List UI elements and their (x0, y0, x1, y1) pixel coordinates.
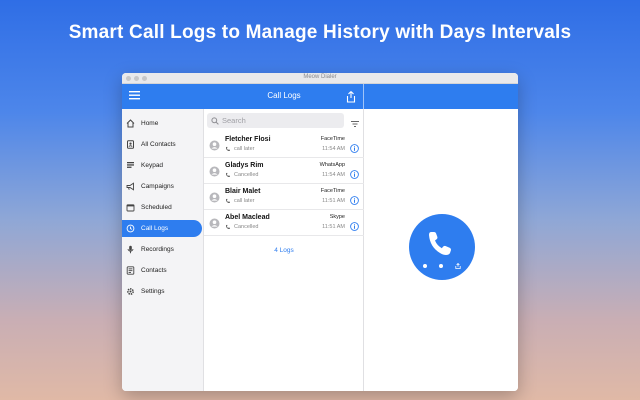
filter-icon[interactable] (350, 116, 360, 127)
microphone-icon (126, 245, 135, 254)
avatar-icon (209, 190, 220, 203)
page-dots (409, 263, 475, 269)
sidebar-item-scheduled[interactable]: Scheduled (122, 199, 202, 216)
search-bar[interactable] (207, 113, 344, 128)
call-status-text: Cancelled (234, 172, 259, 178)
keypad-icon (126, 161, 135, 170)
contact-name: Blair Malet (225, 188, 261, 195)
sidebar-item-campaigns[interactable]: Campaigns (122, 178, 202, 195)
phone-icon (429, 232, 451, 255)
call-service: Skype (329, 214, 345, 220)
app-bar: Call Logs (122, 84, 518, 109)
avatar-icon (209, 164, 220, 177)
call-time: 11:51 AM (322, 198, 345, 204)
contacts-book-icon (126, 140, 135, 149)
call-service: FaceTime (320, 136, 345, 142)
window-titlebar: Meow Dialer (122, 73, 518, 84)
call-time: 11:54 AM (322, 146, 345, 152)
sidebar-item-label: Recordings (141, 246, 174, 253)
sidebar-item-label: Campaigns (141, 183, 174, 190)
sidebar-item-label: Contacts (141, 267, 167, 274)
call-status: Cancelled (225, 224, 258, 230)
sidebar-item-home[interactable]: Home (122, 115, 202, 132)
avatar-icon (209, 138, 220, 151)
call-status: call later (225, 146, 254, 152)
search-icon (211, 112, 219, 130)
call-status: Cancelled (225, 172, 258, 178)
log-row[interactable]: Fletcher Flosi call later FaceTime 11:54… (204, 132, 364, 158)
share-small-icon (455, 263, 461, 269)
call-service: FaceTime (320, 188, 345, 194)
sidebar-item-all-contacts[interactable]: All Contacts (122, 136, 202, 153)
sidebar-item-recordings[interactable]: Recordings (122, 241, 202, 258)
window-title: Meow Dialer (303, 74, 337, 80)
log-count: 4 Logs (274, 247, 294, 254)
phone-arrow-icon (226, 172, 230, 177)
sidebar-item-keypad[interactable]: Keypad (122, 157, 202, 174)
log-row[interactable]: Abel Maclead Cancelled Skype 11:51 AM (204, 210, 364, 236)
sidebar-item-label: Scheduled (141, 204, 172, 211)
search-input[interactable] (222, 116, 337, 125)
call-status-text: call later (234, 146, 255, 152)
avatar-icon (209, 216, 220, 229)
dot-icon (439, 264, 443, 268)
share-icon[interactable] (346, 90, 358, 103)
dot-icon (423, 264, 427, 268)
log-row[interactable]: Gladys Rim Cancelled WhatsApp 11:54 AM (204, 158, 364, 184)
contact-name: Abel Maclead (225, 214, 270, 221)
home-icon (126, 119, 135, 128)
contact-card-icon (126, 266, 135, 275)
log-row[interactable]: Blair Malet call later FaceTime 11:51 AM (204, 184, 364, 210)
sidebar-item-label: Home (141, 120, 159, 127)
info-icon[interactable] (350, 192, 359, 205)
sidebar-item-label: Settings (141, 288, 165, 295)
gear-icon (126, 287, 135, 296)
call-time: 11:51 AM (322, 224, 345, 230)
history-icon (126, 224, 135, 233)
app-bar-title: Call Logs (267, 91, 301, 100)
call-status-text: call later (234, 198, 255, 204)
call-status: call later (225, 198, 254, 204)
detail-pane (364, 109, 518, 391)
info-icon[interactable] (350, 140, 359, 153)
call-service: WhatsApp (319, 162, 345, 168)
megaphone-icon (126, 182, 135, 191)
sidebar-item-contacts[interactable]: Contacts (122, 262, 202, 279)
call-log-list: Fletcher Flosi call later FaceTime 11:54… (204, 109, 364, 391)
headline: Smart Call Logs to Manage History with D… (68, 22, 572, 43)
contact-name: Fletcher Flosi (225, 136, 271, 143)
phone-arrow-icon (226, 224, 230, 229)
sidebar-item-call-logs[interactable]: Call Logs (122, 220, 202, 237)
sidebar-item-label: All Contacts (141, 141, 176, 148)
info-icon[interactable] (350, 166, 359, 179)
call-time: 11:54 AM (322, 172, 345, 178)
call-status-text: Cancelled (234, 224, 259, 230)
hamburger-menu-icon[interactable] (128, 90, 140, 102)
sidebar: Home All Contacts Keypad Campaigns Sched… (122, 109, 204, 391)
phone-logo (409, 214, 475, 280)
calendar-icon (126, 203, 135, 212)
app-bar-divider (363, 84, 364, 109)
sidebar-item-settings[interactable]: Settings (122, 283, 202, 300)
contact-name: Gladys Rim (225, 162, 264, 169)
app-window: Meow Dialer Call Logs Home All Contacts … (122, 73, 518, 391)
sidebar-item-label: Keypad (141, 162, 164, 169)
info-icon[interactable] (350, 218, 359, 231)
sidebar-item-label: Call Logs (141, 225, 169, 232)
phone-arrow-icon (226, 198, 230, 203)
phone-arrow-icon (226, 146, 230, 151)
